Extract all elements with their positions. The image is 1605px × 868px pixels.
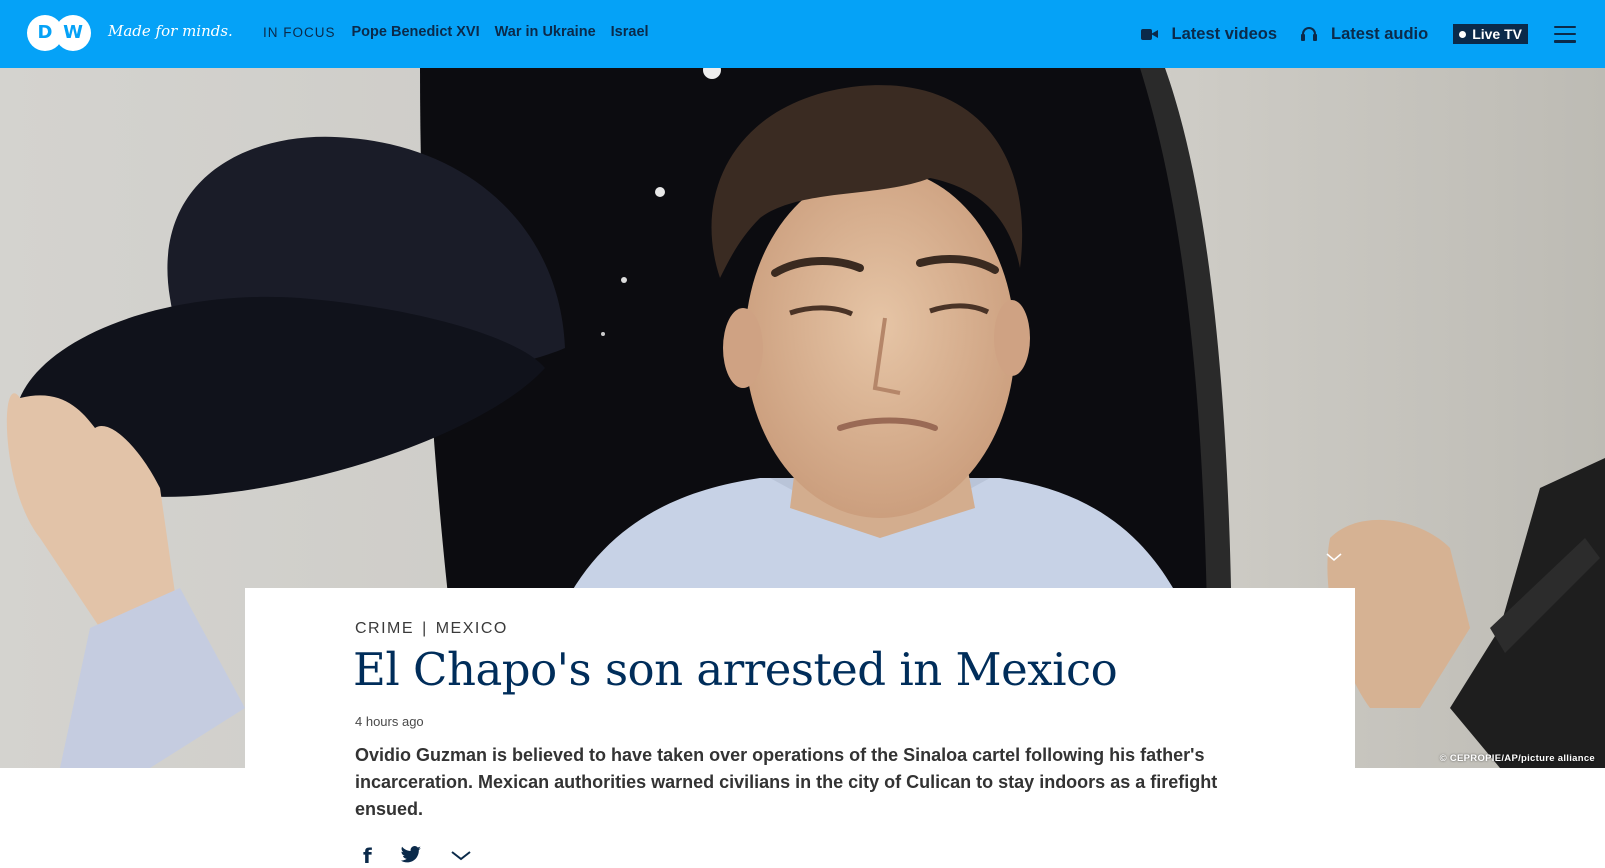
logo-w: W [55, 15, 91, 51]
latest-audio-link[interactable]: Latest audio [1301, 25, 1428, 44]
focus-link-pope[interactable]: Pope Benedict XVI [352, 24, 480, 40]
focus-link-israel[interactable]: Israel [611, 24, 649, 40]
latest-audio-label: Latest audio [1331, 24, 1429, 43]
image-caption-chevron-icon[interactable] [1325, 551, 1343, 563]
dw-logo[interactable]: D W [27, 15, 91, 51]
article-title: El Chapo's son arrested in Mexico [353, 643, 1118, 696]
kicker-category[interactable]: CRIME [355, 620, 414, 637]
kicker-region[interactable]: MEXICO [436, 620, 508, 637]
twitter-icon[interactable] [400, 846, 422, 864]
header-right-nav: Latest videos Latest audio Live TV [1140, 20, 1605, 48]
focus-link-ukraine[interactable]: War in Ukraine [495, 24, 596, 40]
article-timestamp: 4 hours ago [355, 714, 424, 729]
photo-credit: © CEPROPIE/AP/picture alliance [1439, 753, 1595, 764]
focus-nav: IN FOCUS Pope Benedict XVI War in Ukrain… [263, 24, 664, 40]
share-bar: f [363, 846, 500, 866]
live-tv-button[interactable]: Live TV [1453, 24, 1528, 44]
article-lead: Ovidio Guzman is believed to have taken … [355, 745, 1218, 819]
live-dot-icon [1459, 30, 1467, 38]
video-camera-icon [1140, 28, 1158, 40]
headphones-icon [1301, 27, 1318, 41]
article-kicker: CRIME | MEXICO [355, 620, 508, 638]
live-tv-label: Live TV [1472, 26, 1522, 42]
menu-icon[interactable] [1554, 25, 1576, 43]
in-focus-label: IN FOCUS [263, 24, 336, 40]
latest-videos-label: Latest videos [1171, 24, 1278, 43]
chevron-down-icon[interactable] [450, 849, 472, 863]
tagline: Made for minds. [108, 22, 233, 40]
facebook-icon[interactable]: f [363, 846, 372, 866]
latest-videos-link[interactable]: Latest videos [1140, 24, 1278, 44]
article-header-card: CRIME | MEXICO El Chapo's son arrested in … [245, 588, 1355, 866]
kicker-separator: | [422, 620, 428, 637]
site-header: D W Made for minds. IN FOCUS Pope Benedi… [0, 0, 1605, 68]
